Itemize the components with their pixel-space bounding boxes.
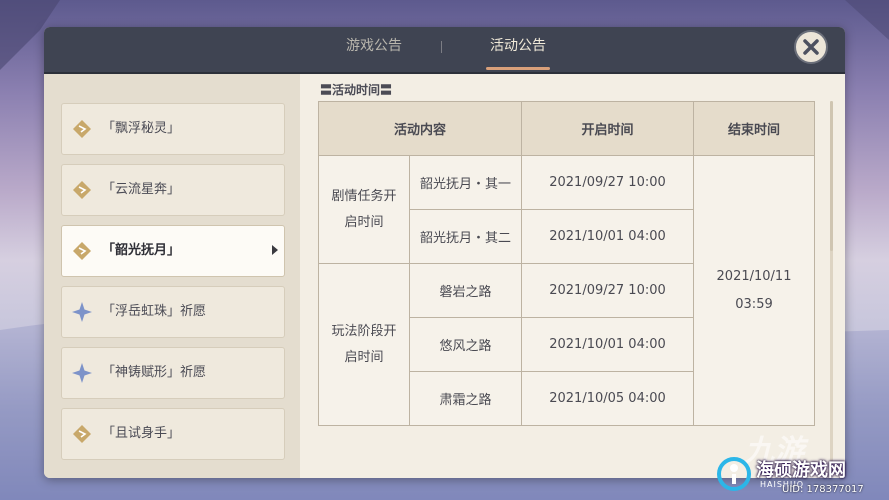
table-row: 剧情任务开启时间 韶光抚月・其一 2021/09/27 10:00 2021/1… — [318, 155, 815, 426]
watermark-site-name: 海硕游戏网 — [756, 460, 846, 481]
active-tab-underline — [486, 67, 550, 70]
tab-game-announcement[interactable]: 游戏公告 — [334, 27, 414, 72]
item-cell: 磐岩之路 — [409, 263, 522, 318]
column-header: 活动内容 — [318, 101, 522, 156]
watermark-logo-icon — [717, 457, 751, 491]
chevron-right-icon — [272, 245, 278, 255]
start-time-cell: 2021/10/01 04:00 — [521, 209, 694, 264]
content-scrollbar[interactable] — [830, 101, 833, 473]
end-time-label: 2021/10/11 03:59 — [716, 268, 792, 312]
group-label: 玩法阶段开启时间 — [331, 323, 397, 365]
list-item-label: 「飘浮秘灵」 — [102, 121, 181, 136]
gold-diamond-icon — [73, 425, 91, 443]
announcement-list: 「飘浮秘灵」 「云流星奔」 「韶光抚月」 「浮岳虹珠」祈愿 「神铸赋形」祈愿 「… — [44, 74, 300, 478]
list-item-label: 「浮岳虹珠」祈愿 — [102, 304, 207, 319]
list-item-moonlight[interactable]: 「韶光抚月」 — [61, 225, 285, 277]
start-time-cell: 2021/10/01 04:00 — [521, 317, 694, 372]
group-label: 剧情任务开启时间 — [331, 188, 397, 230]
list-item-floating-spirit[interactable]: 「飘浮秘灵」 — [61, 103, 285, 155]
announcement-window: 游戏公告 活动公告 「飘浮秘灵」 「云流星奔」 「韶光抚月」 「浮岳虹珠」祈愿 … — [44, 27, 845, 478]
close-icon — [803, 39, 819, 55]
site-watermark: 九游 海硕游戏网 HAISHUO UID: 178377017 — [716, 426, 888, 498]
item-cell: 肃霜之路 — [409, 371, 522, 426]
list-item-wish-1[interactable]: 「浮岳虹珠」祈愿 — [61, 286, 285, 338]
group-cell: 剧情任务开启时间 — [318, 155, 410, 264]
gold-diamond-icon — [73, 181, 91, 199]
start-time-cell: 2021/09/27 10:00 — [521, 155, 694, 210]
blue-star-icon — [72, 363, 92, 383]
close-button[interactable] — [794, 30, 828, 64]
tab-event-announcement[interactable]: 活动公告 — [480, 27, 556, 72]
list-item-label: 「云流星奔」 — [102, 182, 181, 197]
table-header-row: 活动内容 开启时间 结束时间 — [318, 101, 815, 156]
column-header: 开启时间 — [521, 101, 694, 156]
announcement-content: 〓活动时间〓 活动内容 开启时间 结束时间 剧情任务开启时间 韶光抚月・其一 2… — [300, 74, 845, 478]
list-item-label: 「韶光抚月」 — [102, 243, 181, 258]
section-title: 〓活动时间〓 — [320, 83, 393, 97]
list-item-wish-2[interactable]: 「神铸赋形」祈愿 — [61, 347, 285, 399]
item-cell: 悠风之路 — [409, 317, 522, 372]
column-header: 结束时间 — [693, 101, 815, 156]
group-cell: 玩法阶段开启时间 — [318, 263, 410, 426]
list-item-label: 「神铸赋形」祈愿 — [102, 365, 207, 380]
blue-star-icon — [72, 302, 92, 322]
item-cell: 韶光抚月・其一 — [409, 155, 522, 210]
start-time-cell: 2021/09/27 10:00 — [521, 263, 694, 318]
end-time-cell: 2021/10/11 03:59 — [693, 155, 815, 426]
event-schedule-table: 活动内容 开启时间 结束时间 剧情任务开启时间 韶光抚月・其一 2021/09/… — [318, 101, 815, 426]
tab-label: 游戏公告 — [346, 38, 402, 54]
list-item-trial[interactable]: 「且试身手」 — [61, 408, 285, 460]
uid-label: UID: 178377017 — [782, 484, 864, 495]
gold-diamond-icon — [73, 120, 91, 138]
gold-diamond-icon — [73, 242, 91, 260]
tab-label: 活动公告 — [490, 38, 546, 54]
tab-divider — [441, 41, 442, 53]
scrollbar-thumb[interactable] — [830, 101, 833, 251]
list-item-label: 「且试身手」 — [102, 426, 181, 441]
item-cell: 韶光抚月・其二 — [409, 209, 522, 264]
start-time-cell: 2021/10/05 04:00 — [521, 371, 694, 426]
list-item-cloud-star[interactable]: 「云流星奔」 — [61, 164, 285, 216]
tab-bar: 游戏公告 活动公告 — [44, 27, 845, 74]
